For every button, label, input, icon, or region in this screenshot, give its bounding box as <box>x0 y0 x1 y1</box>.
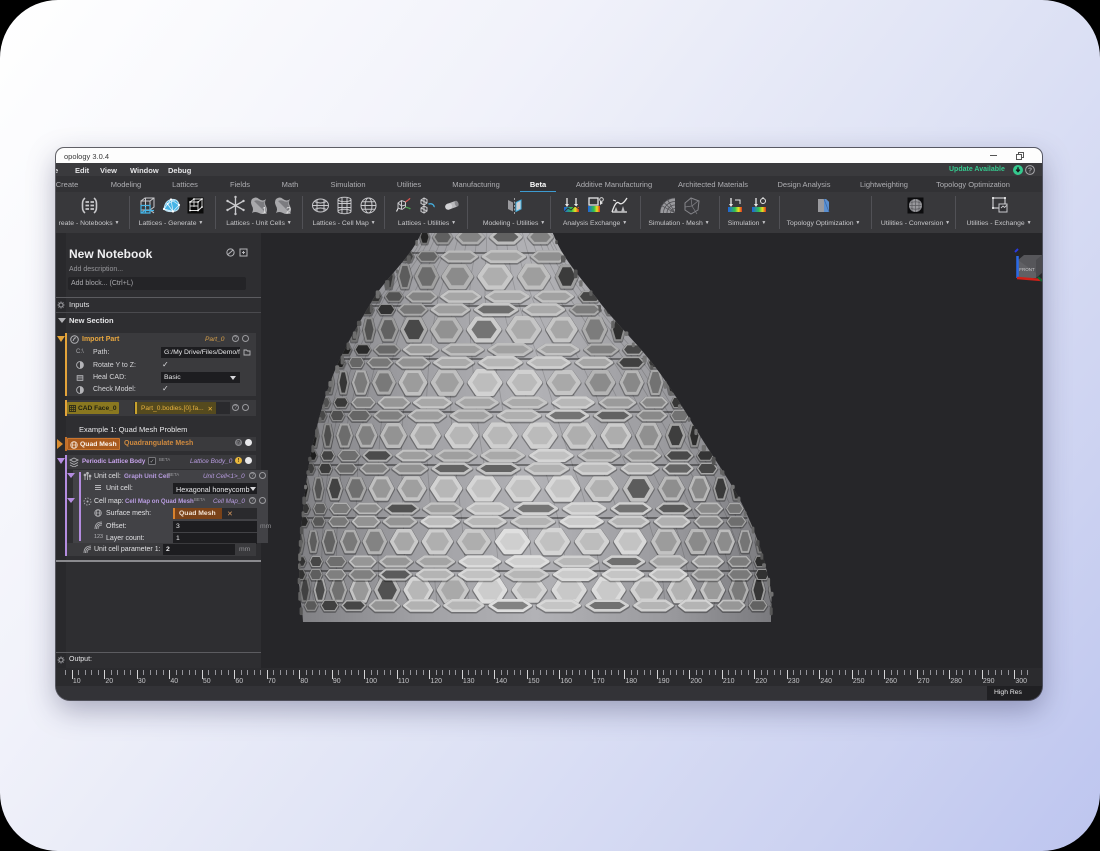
svg-text:?: ? <box>1028 167 1032 174</box>
svg-text:1: 1 <box>262 206 267 216</box>
svg-text:FRONT: FRONT <box>1019 267 1035 272</box>
svg-text:2: 2 <box>286 206 291 216</box>
